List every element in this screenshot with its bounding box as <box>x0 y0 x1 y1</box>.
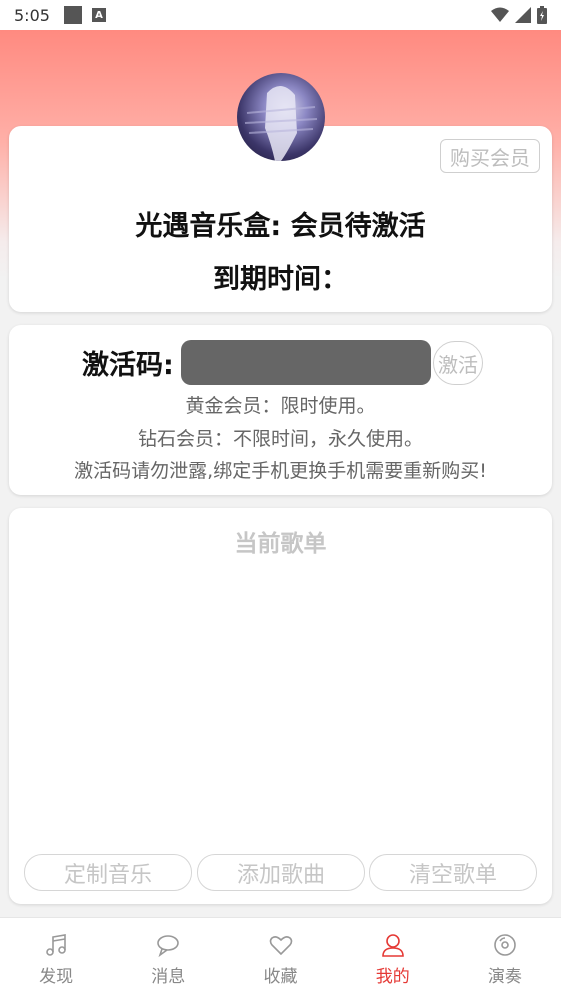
clear-playlist-button[interactable]: 清空歌单 <box>369 854 537 891</box>
tab-discover[interactable]: 发现 <box>0 918 112 997</box>
tab-label-perform: 演奏 <box>487 967 522 987</box>
notification-icon <box>63 6 82 24</box>
signal-icon <box>515 7 531 23</box>
bottom-tab-bar: 发现 消息 收藏 我的 演奏 <box>0 917 561 997</box>
tab-perform[interactable]: 演奏 <box>449 918 561 997</box>
playlist-title: 当前歌单 <box>234 531 327 557</box>
music-note-icon <box>46 934 66 956</box>
status-time: 5:05 <box>14 5 50 25</box>
tab-label-favorites: 收藏 <box>263 967 298 987</box>
chat-bubble-icon <box>157 935 180 958</box>
avatar-image <box>244 85 318 161</box>
app-notification-icon: A <box>91 8 106 22</box>
buy-membership-button[interactable]: 购买会员 <box>440 139 540 173</box>
activation-code-input[interactable] <box>181 340 431 385</box>
tab-label-mine: 我的 <box>375 967 410 987</box>
tab-favorites[interactable]: 收藏 <box>224 918 336 997</box>
user-icon <box>381 934 404 957</box>
tab-label-discover: 发现 <box>39 967 74 987</box>
diamond-member-info: 钻石会员：不限时间，永久使用。 <box>137 428 423 450</box>
gold-member-info: 黄金会员：限时使用。 <box>185 395 376 417</box>
expire-time-label: 到期时间： <box>213 264 348 295</box>
disc-icon <box>494 934 516 956</box>
activation-warning: 激活码请勿泄露,绑定手机更换手机需要重新购买! <box>74 460 487 482</box>
heart-icon <box>269 936 292 956</box>
battery-icon <box>537 6 547 24</box>
membership-status: 光遇音乐盒: 会员待激活 <box>135 211 426 242</box>
activation-code-label: 激活码: <box>82 350 174 381</box>
add-song-button[interactable]: 添加歌曲 <box>197 854 365 891</box>
custom-music-button[interactable]: 定制音乐 <box>24 854 192 891</box>
status-bar: 5:05 A <box>0 0 561 30</box>
activate-button[interactable]: 激活 <box>433 341 483 385</box>
avatar[interactable] <box>237 73 325 161</box>
tab-label-messages: 消息 <box>151 967 186 987</box>
activation-card: 激活码: 激活 黄金会员：限时使用。 钻石会员：不限时间，永久使用。 激活码请勿… <box>9 325 552 495</box>
playlist-card: 当前歌单 定制音乐 添加歌曲 清空歌单 <box>9 508 552 904</box>
tab-mine[interactable]: 我的 <box>337 918 449 997</box>
wifi-icon <box>491 7 509 22</box>
tab-messages[interactable]: 消息 <box>112 918 224 997</box>
